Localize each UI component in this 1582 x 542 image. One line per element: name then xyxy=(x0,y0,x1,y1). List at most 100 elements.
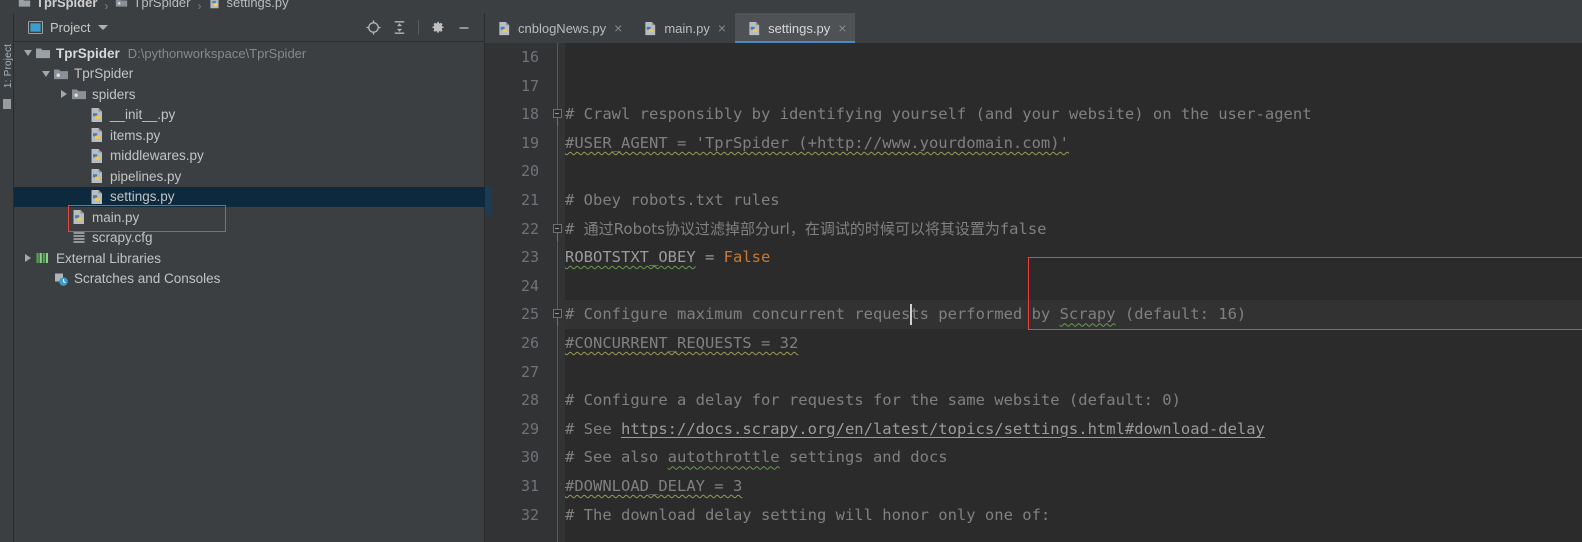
tree-row-scrapy-cfg[interactable]: scrapy.cfg xyxy=(14,228,485,249)
python-file-icon xyxy=(89,148,105,164)
editor-tab-bar: cnblogNews.py × main.py × settings.py × xyxy=(485,13,1582,43)
breadcrumb: TprSpider › TprSpider › settings.py xyxy=(0,0,1582,13)
fold-collapse-icon[interactable] xyxy=(552,309,562,319)
python-file-icon xyxy=(497,21,512,36)
project-tool-window: Project TprSpider D:\pythonworkspace\Tpr… xyxy=(14,13,485,542)
collapse-all-icon[interactable] xyxy=(387,16,411,40)
editor-tab-label: settings.py xyxy=(768,20,831,36)
code-line: # 通过Robots协议过滤掉部分url，在调试的时候可以将其设置为false xyxy=(565,219,1047,238)
tree-row--init-py[interactable]: __init__.py xyxy=(14,105,485,126)
breadcrumb-item-module[interactable]: TprSpider xyxy=(115,0,190,13)
line-number: 23 xyxy=(520,248,539,267)
tree-row-middlewares-py[interactable]: middlewares.py xyxy=(14,146,485,167)
line-number: 25 xyxy=(520,305,539,324)
module-folder-icon xyxy=(53,66,69,82)
line-number: 28 xyxy=(520,391,539,410)
line-number: 21 xyxy=(520,191,539,209)
code-line: # The download delay setting will honor … xyxy=(565,505,1051,524)
editor-tab-settings-py[interactable]: settings.py × xyxy=(735,13,856,43)
tree-row-main-py[interactable]: main.py xyxy=(14,207,485,228)
breadcrumb-item-project[interactable]: TprSpider xyxy=(18,0,97,13)
tree-row-label: TprSpider xyxy=(74,66,134,82)
code-folding-gutter xyxy=(550,43,565,542)
line-number: 29 xyxy=(520,419,539,438)
tree-row-label: spiders xyxy=(92,86,136,102)
tool-window-marker xyxy=(3,99,11,109)
python-file-icon xyxy=(71,209,87,225)
python-file-icon xyxy=(89,189,105,205)
code-line: #USER_AGENT = 'TprSpider (+http://www.yo… xyxy=(565,133,1069,152)
left-tool-window-bar: 1: Project xyxy=(0,13,14,542)
close-icon[interactable]: × xyxy=(718,21,726,35)
editor-tab-label: cnblogNews.py xyxy=(518,20,607,36)
tree-row-path: D:\pythonworkspace\TprSpider xyxy=(127,45,307,61)
breadcrumb-label-2: settings.py xyxy=(226,0,289,10)
tree-row-pipelines-py[interactable]: pipelines.py xyxy=(14,166,485,187)
breadcrumb-item-file[interactable]: settings.py xyxy=(208,0,289,13)
code-editor[interactable]: 16 17 18 19 20 21 22 23 24 25 26 27 28 29 30 31 32 # Cra… xyxy=(485,43,1582,542)
project-view-selector[interactable]: Project xyxy=(14,19,109,35)
line-number: 19 xyxy=(520,133,539,152)
fold-collapse-icon[interactable] xyxy=(552,109,562,119)
tree-row-scratches-and-consoles[interactable]: Scratches and Consoles xyxy=(14,269,485,290)
editor-tab-cnblognews-py[interactable]: cnblogNews.py × xyxy=(485,13,631,43)
chevron-down-icon[interactable] xyxy=(98,24,109,30)
editor-tab-main-py[interactable]: main.py × xyxy=(631,13,735,43)
fold-region-tail xyxy=(557,118,558,127)
chevron-right-icon[interactable] xyxy=(56,90,71,99)
line-number: 17 xyxy=(520,76,539,95)
breadcrumb-separator-0: › xyxy=(104,0,109,13)
fold-region-tail xyxy=(557,232,558,241)
gutter-line-marker xyxy=(485,186,492,215)
locate-icon[interactable] xyxy=(361,16,385,40)
text-caret xyxy=(910,304,912,326)
tree-row-spiders[interactable]: spiders xyxy=(14,84,485,105)
toolbar-divider xyxy=(418,20,419,35)
code-line: # See https://docs.scrapy.org/en/latest/… xyxy=(565,419,1265,438)
project-panel-header: Project xyxy=(14,13,484,42)
python-file-icon xyxy=(208,0,221,9)
tree-row-label: Scratches and Consoles xyxy=(74,271,221,287)
code-line: # Obey robots.txt rules xyxy=(565,191,780,209)
minimize-icon[interactable] xyxy=(452,16,476,40)
line-number: 26 xyxy=(520,334,539,352)
close-icon[interactable]: × xyxy=(614,21,622,35)
tree-row-label: TprSpider xyxy=(56,45,120,61)
python-file-icon xyxy=(89,168,105,184)
tree-row-tprspider[interactable]: TprSpider D:\pythonworkspace\TprSpider xyxy=(14,43,485,64)
breadcrumb-label-1: TprSpider xyxy=(133,0,191,10)
chevron-down-icon[interactable] xyxy=(38,70,53,77)
tree-row-label: pipelines.py xyxy=(110,168,182,184)
code-line: # Crawl responsibly by identifying yours… xyxy=(565,105,1312,124)
code-line: #DOWNLOAD_DELAY = 3 xyxy=(565,477,743,495)
tree-row-tprspider[interactable]: TprSpider xyxy=(14,64,485,85)
line-number: 31 xyxy=(520,477,539,495)
line-number-gutter: 16 17 18 19 20 21 22 23 24 25 26 27 28 29 30 31 32 xyxy=(485,43,550,542)
tree-row-external-libraries[interactable]: External Libraries xyxy=(14,248,485,269)
chevron-down-icon[interactable] xyxy=(20,50,35,57)
libraries-icon xyxy=(35,250,51,266)
project-panel-toolbar xyxy=(361,13,476,42)
breadcrumb-label-0: TprSpider xyxy=(36,0,98,10)
code-line: # Configure maximum concurrent requests … xyxy=(565,305,1247,324)
line-number: 30 xyxy=(520,448,539,467)
code-line: ROBOTSTXT_OBEY = False xyxy=(565,248,771,267)
close-icon[interactable]: × xyxy=(838,21,846,35)
fold-collapse-icon[interactable] xyxy=(552,223,562,233)
tree-row-items-py[interactable]: items.py xyxy=(14,125,485,146)
tree-row-settings-py[interactable]: settings.py xyxy=(14,186,485,207)
line-number: 20 xyxy=(520,162,539,181)
tree-row-label: middlewares.py xyxy=(110,148,204,164)
folder-icon xyxy=(35,45,51,61)
code-text-area[interactable]: # Crawl responsibly by identifying yours… xyxy=(565,43,1582,542)
folder-icon xyxy=(18,0,31,9)
tree-row-label: External Libraries xyxy=(56,250,162,266)
gear-icon[interactable] xyxy=(426,16,450,40)
code-line: # Configure a delay for requests for the… xyxy=(565,391,1181,410)
tree-row-label: settings.py xyxy=(110,189,175,205)
python-file-icon xyxy=(643,21,658,36)
line-number: 32 xyxy=(520,505,539,524)
project-panel-title: Project xyxy=(50,19,91,35)
python-file-icon xyxy=(89,127,105,143)
chevron-right-icon[interactable] xyxy=(20,254,35,263)
